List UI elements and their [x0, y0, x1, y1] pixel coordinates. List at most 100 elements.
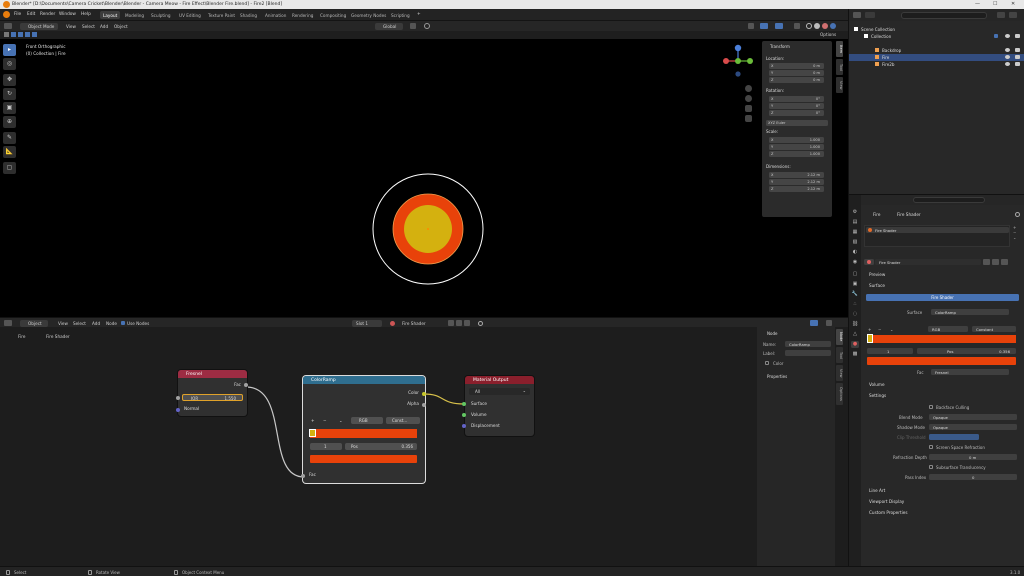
colorramp-fac-socket[interactable]: [301, 474, 305, 478]
rotation-z-field[interactable]: Z 0°: [769, 110, 824, 116]
snap-icon[interactable]: [410, 23, 416, 29]
scale-z-field[interactable]: Z 1.000: [769, 151, 824, 157]
scale-tool-icon[interactable]: ▣: [3, 102, 16, 114]
colorramp-alpha-socket[interactable]: [422, 403, 426, 407]
material-output-node[interactable]: Material Output All ⌄ Surface Volume Disp…: [465, 376, 534, 436]
tab-geometry-nodes[interactable]: Geometry Nodes: [348, 11, 389, 19]
tab-uv-editing[interactable]: UV Editing: [176, 11, 204, 19]
sidebar-tab-view[interactable]: View: [836, 77, 843, 93]
output-displacement-socket[interactable]: [462, 424, 466, 428]
dimensions-y-field[interactable]: Y 2.12 m: [769, 179, 824, 185]
ramp-menu-icon[interactable]: ⌄: [890, 327, 893, 332]
ramp-pos-field[interactable]: Pos 0.356: [917, 348, 1016, 354]
editor-type-icon[interactable]: [4, 23, 12, 29]
sidebar-tab-item[interactable]: Item: [836, 41, 843, 57]
camera-render-icon[interactable]: [1015, 34, 1020, 38]
world-tab-icon[interactable]: ◉: [851, 259, 859, 266]
new-collection-icon[interactable]: [1009, 12, 1017, 18]
color-ramp-gradient[interactable]: [310, 429, 417, 438]
shader-node-editor[interactable]: Object View Select Add Node Use Nodes Sl…: [0, 317, 848, 566]
blender-menu-icon[interactable]: [3, 11, 10, 18]
texture-tab-icon[interactable]: ▩: [851, 351, 859, 358]
ramp-add-button[interactable]: +: [868, 327, 871, 332]
transform-header[interactable]: Transform: [770, 44, 790, 49]
node-sidebar-tab-view[interactable]: View: [836, 365, 843, 381]
overlay-icon[interactable]: [810, 320, 818, 326]
fresnel-fac-socket[interactable]: [244, 383, 248, 387]
props-stop-color-swatch[interactable]: [867, 357, 1016, 365]
ramp-remove-button[interactable]: −: [878, 327, 881, 332]
node-sidebar-tab-tool[interactable]: Tool: [836, 347, 843, 363]
material-browse-dropdown[interactable]: [864, 259, 874, 265]
shadow-mode-dropdown[interactable]: Opaque: [929, 424, 1017, 430]
object-tab-icon[interactable]: ▣: [851, 281, 859, 288]
rotate-tool-icon[interactable]: ↻: [3, 88, 16, 100]
ramp-mode-dropdown[interactable]: RGB: [928, 326, 968, 332]
surface-shader-button[interactable]: Fire Shader: [866, 294, 1019, 301]
exclude-checkbox[interactable]: [994, 34, 998, 38]
rotation-mode-dropdown[interactable]: XYZ Euler: [766, 120, 828, 126]
output-surface-socket[interactable]: [462, 402, 466, 406]
data-tab-icon[interactable]: △: [851, 331, 859, 338]
material-output-title[interactable]: Material Output: [465, 376, 534, 384]
gizmo-toggle-icon[interactable]: [760, 23, 768, 29]
material-slot-item[interactable]: Fire Shader: [866, 227, 1009, 233]
duplicate-material-icon[interactable]: [992, 259, 999, 265]
add-stop-button[interactable]: +: [311, 418, 315, 423]
maximize-button[interactable]: ☐: [993, 1, 997, 7]
fresnel-normal-socket[interactable]: [176, 408, 180, 412]
minimize-button[interactable]: —: [975, 1, 980, 7]
outliner-row-fire2b[interactable]: Fire2b: [849, 61, 1024, 68]
cursor-tool-icon[interactable]: ◎: [3, 58, 16, 70]
location-z-field[interactable]: Z0 m: [769, 77, 824, 83]
tab-layout[interactable]: Layout: [100, 11, 121, 19]
menu-help[interactable]: Help: [81, 12, 91, 17]
fresnel-ior-socket[interactable]: [176, 396, 180, 400]
ssr-checkbox[interactable]: [929, 445, 933, 449]
shading-rendered-icon[interactable]: [830, 23, 836, 29]
xray-icon[interactable]: [794, 23, 800, 29]
colorramp-mode-dropdown[interactable]: RGB: [351, 417, 383, 424]
colorramp-interp-dropdown[interactable]: Const...: [386, 417, 420, 424]
blend-mode-dropdown[interactable]: Opaque: [929, 414, 1017, 420]
colorramp-pos-field[interactable]: Pos 0.356: [345, 443, 417, 450]
stop-color-swatch[interactable]: [310, 455, 417, 463]
tab-rendering[interactable]: Rendering: [289, 11, 316, 19]
tab-animation[interactable]: Animation: [262, 11, 289, 19]
camera-render-icon[interactable]: [1015, 62, 1020, 66]
add-cube-tool-icon[interactable]: ▢: [3, 162, 16, 174]
visibility-eye-icon[interactable]: [1005, 48, 1010, 52]
physics-tab-icon[interactable]: ◌: [851, 311, 859, 318]
surface-link-field[interactable]: ColorRamp: [931, 309, 1009, 315]
measure-tool-icon[interactable]: 📐: [3, 146, 16, 158]
visibility-eye-icon[interactable]: [1005, 34, 1010, 38]
output-tab-icon[interactable]: ▦: [851, 229, 859, 236]
dimensions-z-field[interactable]: Z 2.12 m: [769, 186, 824, 192]
ramp-stop-handle-icon[interactable]: [309, 429, 316, 437]
location-x-field[interactable]: X0 m: [769, 63, 824, 69]
menu-render[interactable]: Render: [40, 12, 55, 17]
shading-solid-icon[interactable]: [814, 23, 820, 29]
colorramp-index-field[interactable]: 1: [310, 443, 342, 450]
fac-link-field[interactable]: Fresnel: [931, 369, 1009, 375]
proportional-icon[interactable]: [424, 23, 430, 29]
material-tab-icon[interactable]: ●: [851, 341, 859, 348]
remove-stop-button[interactable]: −: [323, 418, 327, 423]
tab-shading[interactable]: Shading: [237, 11, 260, 19]
viewport-menu-select[interactable]: Select: [82, 24, 95, 29]
scale-x-field[interactable]: X 1.000: [769, 137, 824, 143]
fresnel-node[interactable]: Fresnel Fac IOR 1.550 Normal: [178, 370, 247, 416]
overlay-toggle-icon[interactable]: [775, 23, 783, 29]
visibility-eye-icon[interactable]: [1005, 55, 1010, 59]
tool-tab-icon[interactable]: ⚙: [851, 209, 859, 216]
sss-checkbox[interactable]: [929, 465, 933, 469]
volume-panel-header[interactable]: Volume: [869, 382, 885, 387]
material-name-field[interactable]: Fire Shader: [875, 259, 981, 265]
node-sidebar-tab-node[interactable]: Node: [836, 329, 843, 345]
select-invert-icon[interactable]: [25, 32, 30, 37]
camera-render-icon[interactable]: [1015, 48, 1020, 52]
close-button[interactable]: ✕: [1011, 1, 1015, 7]
rotation-x-field[interactable]: X 0°: [769, 96, 824, 102]
settings-panel-header[interactable]: Settings: [869, 393, 886, 398]
3d-viewport[interactable]: Object Mode View Select Add Object Globa…: [0, 21, 848, 317]
